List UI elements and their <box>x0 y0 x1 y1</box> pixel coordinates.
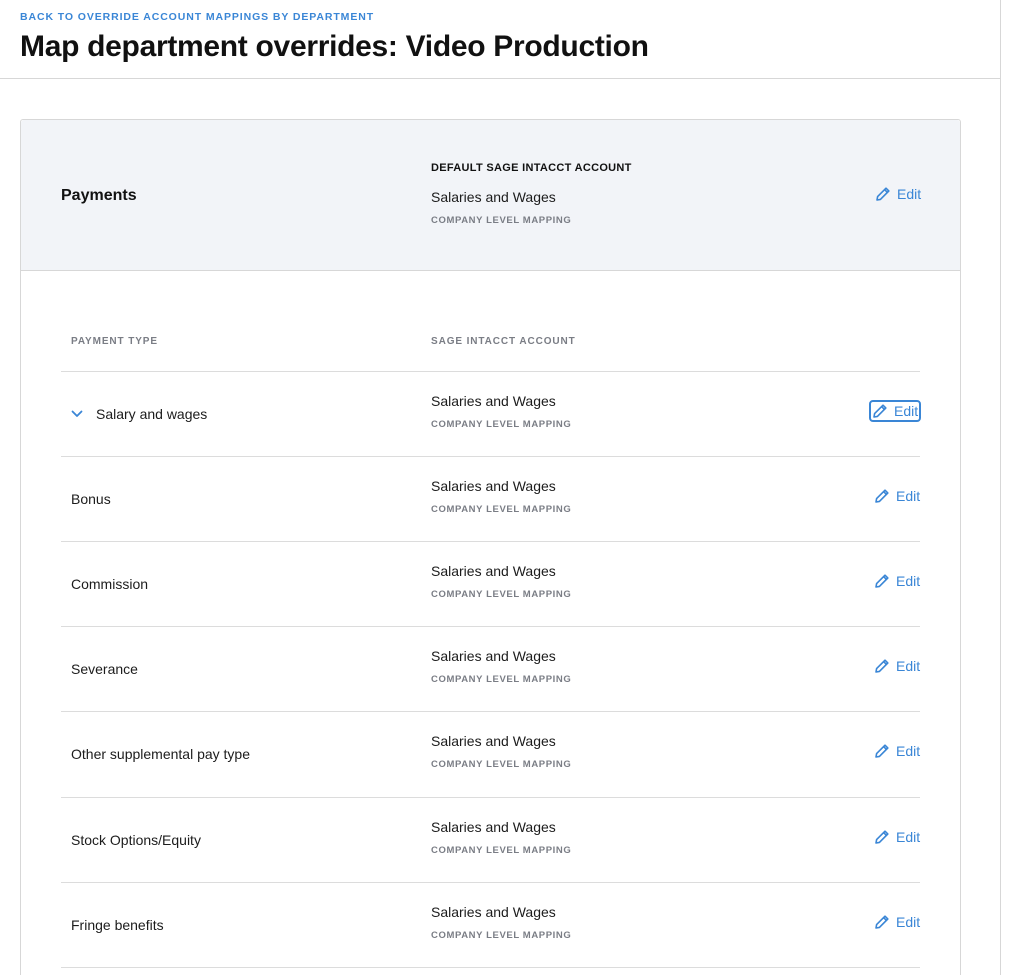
payment-type-cell: Stock Options/Equity <box>71 797 201 882</box>
payment-type-cell: Fringe benefits <box>71 882 164 967</box>
account-mapping-level: COMPANY LEVEL MAPPING <box>431 759 572 770</box>
row-edit-button[interactable]: Edit <box>871 655 922 677</box>
table-row: Fringe benefits Salaries and Wages COMPA… <box>61 882 920 967</box>
table-row: Bonus Salaries and Wages COMPANY LEVEL M… <box>61 456 920 541</box>
payments-card-header: Payments DEFAULT SAGE INTACCT ACCOUNT Sa… <box>21 120 960 271</box>
account-mapping-level: COMPANY LEVEL MAPPING <box>431 419 572 430</box>
pencil-icon <box>874 914 890 930</box>
pencil-icon <box>874 658 890 674</box>
pencil-icon <box>874 488 890 504</box>
page-title: Map department overrides: Video Producti… <box>20 30 649 63</box>
account-value: Salaries and Wages <box>431 393 556 409</box>
edit-label: Edit <box>896 914 921 930</box>
account-mapping-level: COMPANY LEVEL MAPPING <box>431 674 572 685</box>
row-edit-button[interactable]: Edit <box>871 570 922 592</box>
payment-type-label: Other supplemental pay type <box>71 745 250 762</box>
default-account-value: Salaries and Wages <box>431 189 556 205</box>
row-edit-button[interactable]: Edit <box>871 485 922 507</box>
edit-label: Edit <box>896 573 921 589</box>
payment-type-column-header: PAYMENT TYPE <box>71 336 158 347</box>
payment-type-cell: Other supplemental pay type <box>71 711 250 796</box>
payment-type-cell: Commission <box>71 541 148 626</box>
row-divider <box>61 967 920 968</box>
account-mapping-level: COMPANY LEVEL MAPPING <box>431 845 572 856</box>
account-mapping-level: COMPANY LEVEL MAPPING <box>431 930 572 941</box>
payment-type-cell: Bonus <box>71 456 111 541</box>
default-account-label: DEFAULT SAGE INTACCT ACCOUNT <box>431 162 632 174</box>
default-account-edit-button[interactable]: Edit <box>872 183 923 205</box>
edit-label: Edit <box>897 186 922 202</box>
table-row: Stock Options/Equity Salaries and Wages … <box>61 797 920 882</box>
page-edge-divider <box>1000 0 1001 975</box>
row-edit-button[interactable]: Edit <box>871 911 922 933</box>
back-link[interactable]: BACK TO OVERRIDE ACCOUNT MAPPINGS BY DEP… <box>20 11 374 23</box>
chevron-down-icon[interactable] <box>71 410 85 418</box>
page-header: BACK TO OVERRIDE ACCOUNT MAPPINGS BY DEP… <box>0 0 1001 79</box>
pencil-icon <box>874 743 890 759</box>
pencil-icon <box>875 186 891 202</box>
row-edit-button[interactable]: Edit <box>869 400 922 422</box>
payment-type-label: Stock Options/Equity <box>71 831 201 848</box>
edit-label: Edit <box>896 488 921 504</box>
edit-label: Edit <box>894 403 919 419</box>
default-account-mapping-level: COMPANY LEVEL MAPPING <box>431 215 572 226</box>
account-value: Salaries and Wages <box>431 819 556 835</box>
table-row: Severance Salaries and Wages COMPANY LEV… <box>61 626 920 711</box>
account-value: Salaries and Wages <box>431 733 556 749</box>
edit-label: Edit <box>896 829 921 845</box>
section-title: Payments <box>61 187 137 204</box>
page: BACK TO OVERRIDE ACCOUNT MAPPINGS BY DEP… <box>0 0 1009 975</box>
payment-type-label: Severance <box>71 660 138 677</box>
edit-label: Edit <box>896 658 921 674</box>
account-value: Salaries and Wages <box>431 563 556 579</box>
pencil-icon <box>872 403 888 419</box>
payment-type-label: Commission <box>71 575 149 592</box>
account-value: Salaries and Wages <box>431 904 556 920</box>
table-row: Commission Salaries and Wages COMPANY LE… <box>61 541 920 626</box>
row-edit-button[interactable]: Edit <box>871 826 922 848</box>
edit-label: Edit <box>896 743 921 759</box>
account-mapping-level: COMPANY LEVEL MAPPING <box>431 589 572 600</box>
pencil-icon <box>874 573 890 589</box>
payment-type-label: Fringe benefits <box>71 916 164 933</box>
account-value: Salaries and Wages <box>431 648 556 664</box>
table-row: Other supplemental pay type Salaries and… <box>61 711 920 796</box>
payment-type-cell: Severance <box>71 626 138 711</box>
table-row: Salary and wages Salaries and Wages COMP… <box>61 371 922 456</box>
pencil-icon <box>874 829 890 845</box>
payment-type-cell: Salary and wages <box>71 371 207 456</box>
row-edit-button[interactable]: Edit <box>871 740 922 762</box>
account-column-header: SAGE INTACCT ACCOUNT <box>431 336 576 347</box>
payments-card: Payments DEFAULT SAGE INTACCT ACCOUNT Sa… <box>20 119 961 975</box>
payment-type-label: Bonus <box>71 490 111 507</box>
payment-type-label: Salary and wages <box>96 405 208 422</box>
account-value: Salaries and Wages <box>431 478 556 494</box>
account-mapping-level: COMPANY LEVEL MAPPING <box>431 504 572 515</box>
